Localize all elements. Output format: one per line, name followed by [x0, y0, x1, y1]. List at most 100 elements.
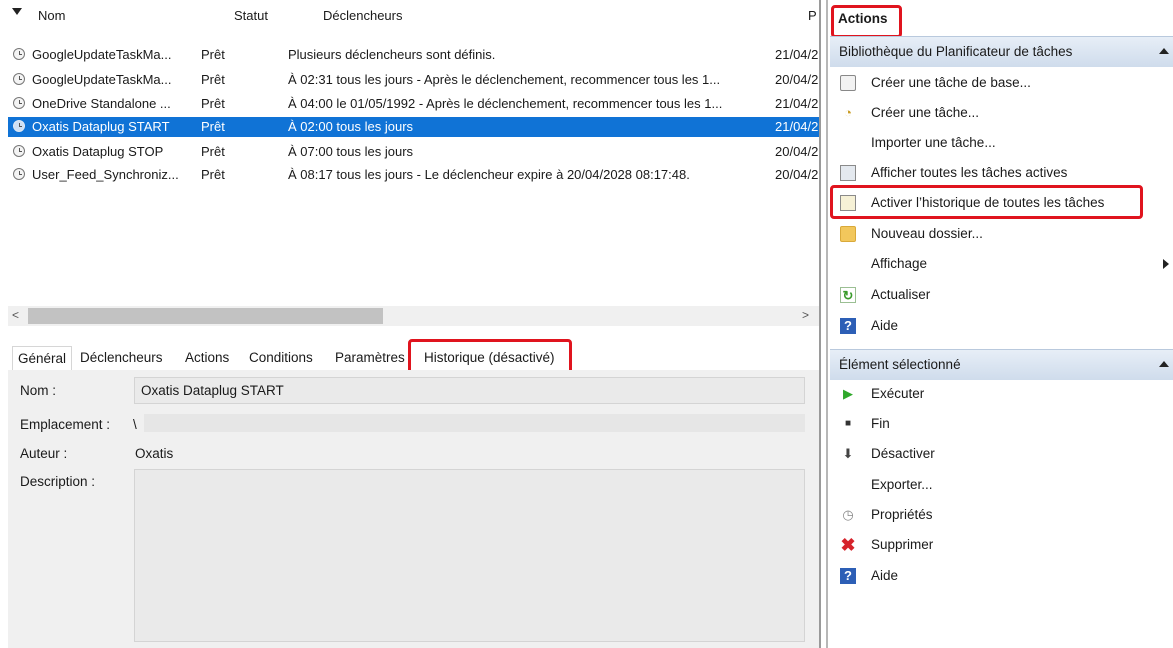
task-trigger: À 04:00 le 01/05/1992 - Après le déclenc… [288, 96, 723, 111]
task-name: Oxatis Dataplug STOP [32, 144, 164, 159]
collapse-icon[interactable] [1159, 361, 1169, 367]
task-row[interactable]: Oxatis Dataplug STOP Prêt À 07:00 tous l… [8, 142, 819, 162]
collapse-icon[interactable] [1159, 48, 1169, 54]
action-label: Propriétés [871, 507, 933, 522]
task-next-run: 21/04/2 [775, 47, 819, 62]
properties-clock-icon: ◷ [842, 507, 854, 522]
task-status: Prêt [201, 167, 225, 182]
horizontal-scrollbar[interactable]: < > [8, 306, 819, 326]
action-label: Créer une tâche... [871, 105, 980, 120]
task-trigger: Plusieurs déclencheurs sont définis. [288, 47, 496, 62]
tab-triggers[interactable]: Déclencheurs [80, 350, 163, 365]
column-header-next-run[interactable]: P [808, 8, 817, 23]
tab-general[interactable]: Général [12, 346, 73, 372]
task-clock-icon [13, 120, 25, 132]
view-menu-action[interactable]: Affichage [830, 249, 1173, 279]
end-action[interactable]: ■ Fin [830, 409, 1173, 439]
help-action-selected[interactable]: ? Aide [830, 561, 1173, 591]
selected-section-title: Élément sélectionné [839, 357, 961, 372]
import-task-action[interactable]: Importer une tâche... [830, 128, 1173, 158]
stop-icon: ■ [844, 418, 852, 429]
tab-actions[interactable]: Actions [185, 350, 229, 365]
play-icon: ▶ [843, 386, 853, 401]
disable-action[interactable]: ⬇ Désactiver [830, 439, 1173, 469]
sort-descending-icon[interactable] [12, 8, 22, 15]
library-section-header[interactable]: Bibliothèque du Planificateur de tâches [830, 36, 1173, 67]
description-label: Description : [20, 474, 96, 489]
task-trigger: À 07:00 tous les jours [288, 144, 414, 159]
disable-arrow-down-icon: ⬇ [842, 446, 854, 461]
task-row[interactable]: User_Feed_Synchroniz... Prêt À 08:17 tou… [8, 165, 819, 185]
folder-icon [840, 226, 856, 242]
action-label: Aide [871, 568, 899, 583]
tab-conditions[interactable]: Conditions [249, 350, 313, 365]
column-header-status[interactable]: Statut [234, 8, 268, 23]
task-row-selected[interactable]: Oxatis Dataplug START Prêt À 02:00 tous … [8, 117, 819, 137]
task-clock-icon [13, 97, 25, 109]
scroll-right-arrow[interactable]: > [802, 308, 809, 322]
enable-history-highlight [830, 185, 1143, 219]
refresh-action[interactable]: ↻ Actualiser [830, 280, 1173, 310]
action-label: Affichage [871, 256, 928, 271]
pane-divider[interactable] [819, 0, 821, 648]
properties-action[interactable]: ◷ Propriétés [830, 500, 1173, 530]
description-field[interactable] [134, 469, 805, 642]
task-status: Prêt [201, 72, 225, 87]
task-name: Oxatis Dataplug START [32, 119, 170, 134]
task-status: Prêt [201, 119, 225, 134]
task-list-header: Nom Statut Déclencheurs P [0, 0, 819, 30]
help-action[interactable]: ? Aide [830, 311, 1173, 341]
task-clock-icon [13, 168, 25, 180]
task-trigger: À 08:17 tous les jours - Le déclencheur … [288, 167, 690, 182]
show-running-tasks-action[interactable]: Afficher toutes les tâches actives [830, 158, 1173, 188]
help-icon: ? [840, 318, 856, 334]
task-name: OneDrive Standalone ... [32, 96, 171, 111]
task-row[interactable]: GoogleUpdateTaskMa... Prêt Plusieurs déc… [8, 45, 819, 65]
pane-divider-shadow [826, 0, 828, 648]
general-tab-panel: Nom : Oxatis Dataplug START Emplacement … [8, 370, 819, 648]
task-next-run: 21/04/2 [775, 119, 819, 134]
location-value: \ [133, 417, 137, 432]
column-header-triggers[interactable]: Déclencheurs [323, 8, 403, 23]
create-basic-task-action[interactable]: Créer une tâche de base... [830, 68, 1173, 98]
create-task-action[interactable]: ◔ Créer une tâche... [830, 98, 1173, 128]
action-label: Importer une tâche... [871, 135, 996, 150]
task-next-run: 21/04/2 [775, 96, 819, 111]
action-label: Désactiver [871, 446, 935, 461]
scrollbar-thumb[interactable] [28, 308, 383, 324]
task-clock-icon [13, 48, 25, 60]
name-field[interactable]: Oxatis Dataplug START [134, 377, 805, 404]
task-trigger: À 02:31 tous les jours - Après le déclen… [288, 72, 721, 87]
export-action[interactable]: Exporter... [830, 470, 1173, 500]
action-label: Actualiser [871, 287, 931, 302]
basic-task-wizard-icon [840, 75, 856, 91]
delete-x-icon: ✖ [840, 535, 856, 555]
new-task-icon: ◔ [844, 105, 852, 120]
task-name: GoogleUpdateTaskMa... [32, 47, 172, 62]
action-label: Afficher toutes les tâches actives [871, 165, 1068, 180]
run-action[interactable]: ▶ Exécuter [830, 379, 1173, 409]
action-label: Fin [871, 416, 890, 431]
action-label: Exécuter [871, 386, 925, 401]
name-label: Nom : [20, 383, 57, 398]
location-label: Emplacement : [20, 417, 111, 432]
author-value: Oxatis [135, 446, 174, 461]
refresh-icon: ↻ [840, 287, 856, 303]
task-row[interactable]: GoogleUpdateTaskMa... Prêt À 02:31 tous … [8, 70, 819, 90]
action-label: Créer une tâche de base... [871, 75, 1031, 90]
running-tasks-icon [840, 165, 856, 181]
action-label: Supprimer [871, 537, 934, 552]
scroll-left-arrow[interactable]: < [12, 308, 19, 322]
task-trigger: À 02:00 tous les jours [288, 119, 414, 134]
help-icon: ? [840, 568, 856, 584]
library-section-title: Bibliothèque du Planificateur de tâches [839, 44, 1073, 59]
delete-action[interactable]: ✖ Supprimer [830, 530, 1173, 560]
task-list: Nom Statut Déclencheurs P GoogleUpdateTa… [0, 0, 819, 330]
tab-settings[interactable]: Paramètres [335, 350, 405, 365]
task-status: Prêt [201, 144, 225, 159]
new-folder-action[interactable]: Nouveau dossier... [830, 219, 1173, 249]
selected-item-section-header[interactable]: Élément sélectionné [830, 349, 1173, 380]
task-name: User_Feed_Synchroniz... [32, 167, 179, 182]
column-header-name[interactable]: Nom [38, 8, 65, 23]
task-row[interactable]: OneDrive Standalone ... Prêt À 04:00 le … [8, 94, 819, 114]
